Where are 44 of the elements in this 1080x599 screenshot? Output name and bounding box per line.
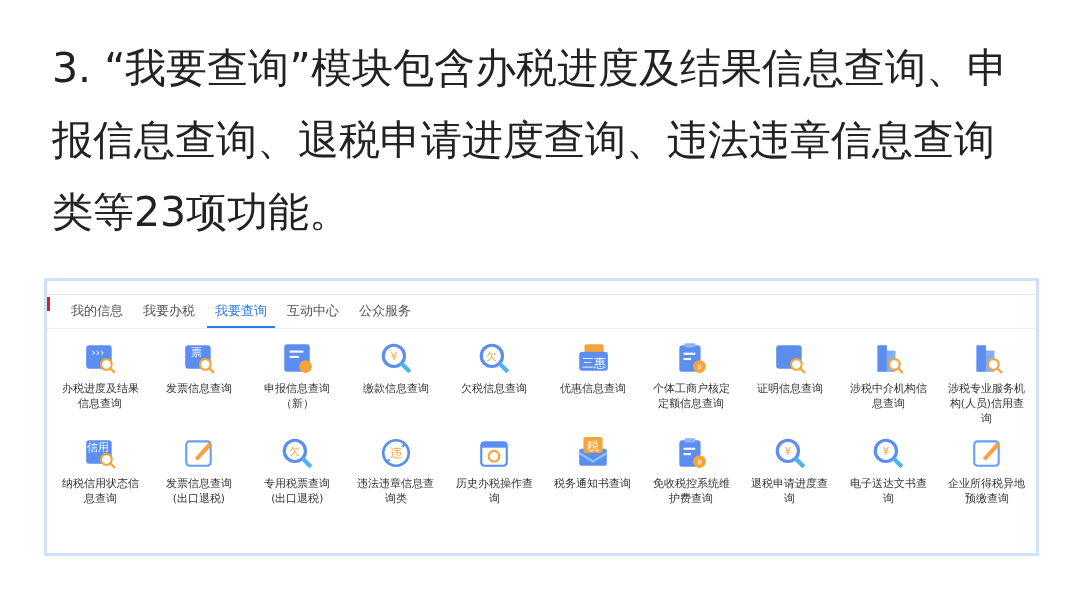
service-item[interactable]: 企业所得税异地预缴查询 xyxy=(937,436,1036,506)
service-label: 涉税专业服务机构(人员)信用查询 xyxy=(948,381,1026,426)
service-item[interactable]: ››› 办税进度及结果信息查询 xyxy=(51,341,150,426)
service-item[interactable]: 涉税中介机构信息查询 xyxy=(839,341,938,426)
service-label: 电子送达文书查询 xyxy=(849,476,927,506)
tab[interactable]: 公众服务 xyxy=(351,300,419,328)
service-label: 个体工商户核定定额信息查询 xyxy=(652,381,730,411)
service-item[interactable]: 申报信息查询（新） xyxy=(248,341,347,426)
heading-text: 3. “我要查询”模块包含办税进度及结果信息查询、申报信息查询、退税申请进度查询、违法违章信息查询类等23项功能。 xyxy=(52,43,1009,238)
service-item[interactable]: 历史办税操作查询 xyxy=(445,436,544,506)
tab[interactable]: 我要办税 xyxy=(135,300,203,328)
service-item[interactable]: 信用 纳税信用状态信息查询 xyxy=(51,436,150,506)
service-label: 历史办税操作查询 xyxy=(455,476,533,506)
service-item[interactable]: 三惠 优惠信息查询 xyxy=(543,341,642,426)
service-item[interactable]: 票 发票信息查询 xyxy=(149,341,248,426)
service-label: 申报信息查询（新） xyxy=(263,381,332,411)
service-item[interactable]: 发票信息查询(出口退税) xyxy=(149,436,248,506)
service-item[interactable]: ¥ 电子送达文书查询 xyxy=(839,436,938,506)
service-label: 缴款信息查询 xyxy=(361,381,430,396)
service-label: 发票信息查询 xyxy=(164,381,233,396)
service-item[interactable]: 欠 专用税票查询(出口退税) xyxy=(248,436,347,506)
tab[interactable]: 我要查询 xyxy=(207,300,275,328)
service-label: 企业所得税异地预缴查询 xyxy=(948,476,1026,506)
service-label: 欠税信息查询 xyxy=(460,381,529,396)
service-item[interactable]: 税 税务通知书查询 xyxy=(543,436,642,506)
service-label: 退税申请进度查询 xyxy=(751,476,829,506)
tab[interactable]: 我的信息 xyxy=(63,300,131,328)
service-label: 税务通知书查询 xyxy=(554,476,632,491)
service-label: 纳税信用状态信息查询 xyxy=(61,476,139,506)
service-label: 证明信息查询 xyxy=(755,381,824,396)
service-item[interactable]: 证明信息查询 xyxy=(740,341,839,426)
service-item[interactable]: 涉税专业服务机构(人员)信用查询 xyxy=(937,341,1036,426)
service-label: 涉税中介机构信息查询 xyxy=(849,381,927,411)
service-label: 发票信息查询(出口退税) xyxy=(164,476,233,506)
service-item[interactable]: 欠 欠税信息查询 xyxy=(445,341,544,426)
service-item[interactable]: ¥ 退税申请进度查询 xyxy=(740,436,839,506)
service-label: 违法违章信息查询类 xyxy=(357,476,435,506)
tab[interactable]: 互动中心 xyxy=(279,300,347,328)
service-label: 专用税票查询(出口退税) xyxy=(263,476,332,506)
service-label: 办税进度及结果信息查询 xyxy=(61,381,139,411)
service-label: 优惠信息查询 xyxy=(558,381,627,396)
service-item[interactable]: ¥ 缴款信息查询 xyxy=(346,341,445,426)
marker-stripe xyxy=(47,297,50,311)
service-label: 免收税控系统维护费查询 xyxy=(652,476,730,506)
